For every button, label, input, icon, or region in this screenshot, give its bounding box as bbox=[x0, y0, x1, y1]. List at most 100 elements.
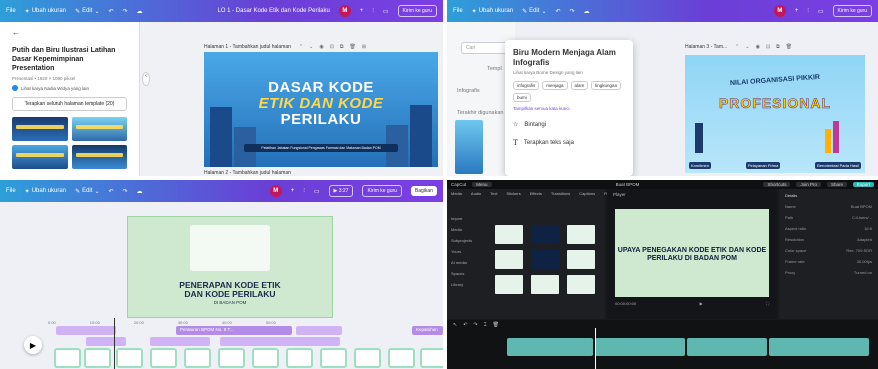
media-thumbnail[interactable] bbox=[495, 225, 523, 244]
scene-clip[interactable] bbox=[354, 348, 381, 368]
undo-icon[interactable]: ↶ bbox=[108, 188, 113, 195]
avatar[interactable]: M bbox=[269, 185, 282, 197]
edit-button[interactable]: ✎ Edit ⌄ bbox=[75, 188, 99, 195]
undo-icon[interactable]: ↶ bbox=[555, 8, 560, 15]
media-thumbnail[interactable] bbox=[567, 250, 595, 269]
media-thumbnail[interactable] bbox=[567, 275, 595, 294]
resize-button[interactable]: ✦ Ubah ukuran bbox=[472, 8, 513, 15]
chart-icon[interactable]: ⫶ bbox=[372, 8, 374, 15]
media-thumbnail[interactable] bbox=[567, 225, 595, 244]
timeline-clip[interactable] bbox=[595, 338, 685, 356]
tab-transitions[interactable]: Transitions bbox=[551, 191, 570, 196]
play-icon[interactable]: ▶ bbox=[24, 336, 42, 354]
collapse-sidebar-icon[interactable]: ‹ bbox=[142, 72, 150, 86]
tab-text[interactable]: Text bbox=[490, 191, 497, 196]
send-to-teacher-button[interactable]: Kirim ke guru bbox=[362, 185, 402, 197]
templates-label[interactable]: Templ bbox=[487, 66, 502, 72]
add-icon[interactable]: + bbox=[291, 188, 295, 194]
player-viewport[interactable]: UPAYA PENEGAKAN KODE ETIK DAN KODE PERIL… bbox=[615, 209, 769, 297]
video-slide[interactable]: PENERAPAN KODE ETIK DAN KODE PERILAKU DI… bbox=[127, 216, 333, 318]
scene-clip[interactable] bbox=[388, 348, 415, 368]
fullscreen-icon[interactable]: ⛶ bbox=[766, 301, 769, 306]
audio-track[interactable] bbox=[86, 337, 126, 346]
avatar[interactable]: M bbox=[773, 5, 786, 17]
resize-button[interactable]: ✦ Ubah ukuran bbox=[25, 8, 66, 15]
delete-icon[interactable]: 🗑 bbox=[786, 44, 792, 50]
keyword-chip[interactable]: infografis bbox=[513, 81, 540, 91]
star-action[interactable]: ☆ Bintangi bbox=[513, 121, 625, 129]
play-duration-button[interactable]: ▶ 3:27 bbox=[328, 185, 354, 197]
text-track[interactable]: Peraturan BPOM No. 8 T... bbox=[176, 326, 292, 335]
timeline-playhead[interactable] bbox=[114, 318, 115, 369]
chevron-up-icon[interactable]: ⌃ bbox=[299, 44, 303, 50]
media-thumbnail[interactable] bbox=[531, 225, 559, 244]
audio-track[interactable] bbox=[296, 326, 342, 335]
scene-clip[interactable] bbox=[150, 348, 177, 368]
template-thumbnail[interactable] bbox=[12, 145, 68, 170]
add-page-icon[interactable]: ⊞ bbox=[362, 44, 366, 50]
export-button[interactable]: Export bbox=[853, 182, 875, 187]
hide-icon[interactable]: ◉ bbox=[756, 44, 760, 50]
delete-icon[interactable]: 🗑 bbox=[493, 322, 499, 328]
keyword-chip[interactable]: menjaga bbox=[542, 81, 568, 91]
page-title-2[interactable]: Halaman 2 - Tambahkan judul halaman bbox=[204, 170, 291, 176]
duplicate-icon[interactable]: ⧉ bbox=[776, 44, 780, 50]
project-title[interactable]: Buat BPOM bbox=[616, 182, 640, 187]
scene-clip[interactable] bbox=[84, 348, 111, 368]
media-thumbnail[interactable] bbox=[531, 250, 559, 269]
tab-effects[interactable]: Effects bbox=[530, 191, 542, 196]
redo-icon[interactable]: ↷ bbox=[570, 8, 575, 15]
add-icon[interactable]: + bbox=[360, 8, 364, 14]
scene-clip[interactable] bbox=[184, 348, 211, 368]
cloud-icon[interactable]: ☁ bbox=[584, 8, 590, 15]
back-arrow-icon[interactable]: ← bbox=[12, 28, 127, 37]
audio-track[interactable] bbox=[56, 326, 116, 335]
slide-nilai-organisasi[interactable]: NILAI ORGANISASI PIKKIR PROFESIONAL Komi… bbox=[685, 55, 865, 173]
media-thumbnail[interactable] bbox=[495, 275, 523, 294]
scene-clip[interactable] bbox=[54, 348, 81, 368]
file-menu[interactable]: File bbox=[453, 8, 463, 14]
comment-icon[interactable]: ▭ bbox=[818, 8, 824, 15]
split-icon[interactable]: ⌶ bbox=[484, 322, 487, 328]
timeline-clip[interactable] bbox=[507, 338, 593, 356]
scene-clip[interactable] bbox=[320, 348, 347, 368]
scene-clip[interactable] bbox=[252, 348, 279, 368]
redo-icon[interactable]: ↷ bbox=[123, 188, 128, 195]
menu-button[interactable]: Menu bbox=[472, 182, 492, 187]
keyword-chip[interactable]: alam bbox=[570, 81, 589, 91]
side-import[interactable]: Import bbox=[451, 213, 483, 224]
details-value[interactable]: Turned on bbox=[854, 270, 872, 275]
hide-icon[interactable]: ◉ bbox=[319, 44, 323, 50]
cloud-icon[interactable]: ☁ bbox=[137, 8, 143, 15]
chart-icon[interactable]: ⫶ bbox=[807, 8, 809, 15]
resize-button[interactable]: ✦ Ubah ukuran bbox=[25, 188, 66, 195]
scene-clip[interactable] bbox=[218, 348, 245, 368]
lock-icon[interactable]: ⊡ bbox=[330, 44, 334, 50]
redo-icon[interactable]: ↷ bbox=[473, 322, 477, 328]
audio-track[interactable] bbox=[220, 337, 340, 346]
send-to-teacher-button[interactable]: Kirim ke guru bbox=[832, 5, 872, 17]
page-title-3[interactable]: Halaman 3 - Tam... bbox=[685, 44, 727, 50]
redo-icon[interactable]: ↷ bbox=[123, 8, 128, 15]
tab-stickers[interactable]: Stickers bbox=[506, 191, 520, 196]
side-library[interactable]: Library bbox=[451, 279, 483, 290]
share-button[interactable]: Share bbox=[826, 182, 847, 187]
duplicate-icon[interactable]: ⧉ bbox=[340, 44, 344, 50]
chart-icon[interactable]: ⫶ bbox=[303, 188, 305, 195]
apply-text-only-action[interactable]: T Terapkan teks saja bbox=[513, 138, 625, 147]
file-menu[interactable]: File bbox=[6, 8, 16, 14]
tab-media[interactable]: Media bbox=[451, 191, 462, 196]
document-title[interactable]: LO 1 - Dasar Kode Etik dan Kode Perilaku bbox=[217, 8, 329, 14]
text-track-right[interactable]: Kepatuhan bbox=[412, 326, 443, 335]
play-icon[interactable]: ▶ bbox=[700, 301, 703, 306]
send-to-teacher-button[interactable]: Kirim ke guru bbox=[397, 5, 437, 17]
chevron-down-icon[interactable]: ⌄ bbox=[745, 44, 749, 50]
cloud-icon[interactable]: ☁ bbox=[137, 188, 143, 195]
tab-captions[interactable]: Captions bbox=[579, 191, 595, 196]
file-menu[interactable]: File bbox=[6, 188, 16, 194]
scene-clip[interactable] bbox=[286, 348, 313, 368]
template-thumbnail[interactable] bbox=[71, 145, 127, 170]
comment-icon[interactable]: ▭ bbox=[314, 188, 320, 195]
tab-audio[interactable]: Audio bbox=[471, 191, 481, 196]
timeline-clip[interactable] bbox=[769, 338, 869, 356]
